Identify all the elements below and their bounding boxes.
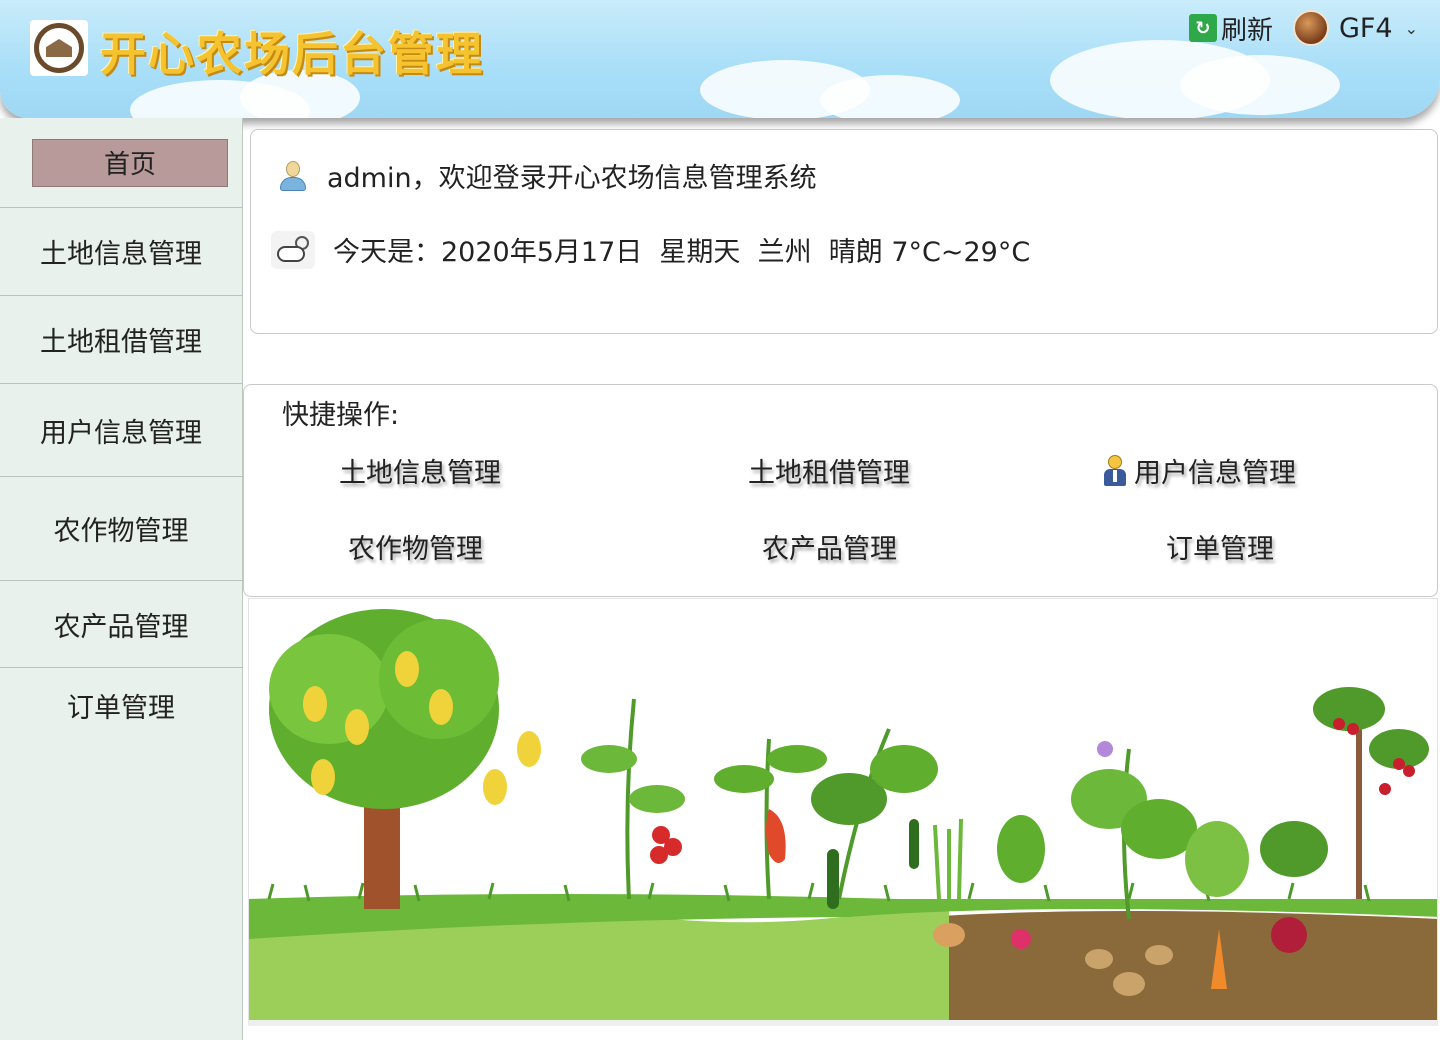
sidebar-item-land-info[interactable]: 土地信息管理	[0, 208, 242, 296]
user-icon	[277, 160, 309, 192]
greeting-row: admin，欢迎登录开心农场信息管理系统	[277, 156, 817, 195]
sidebar-item-land-lease[interactable]: 土地租借管理	[0, 296, 242, 384]
weather-icon	[271, 230, 315, 269]
quick-link-crops[interactable]: 农作物管理	[348, 527, 483, 566]
header-toolbar: ↻ 刷新 GF4 ⌄	[1188, 10, 1418, 47]
welcome-panel: admin，欢迎登录开心农场信息管理系统 今天是：2020年5月17日 星期天 …	[250, 129, 1438, 334]
refresh-button[interactable]: ↻ 刷新	[1188, 10, 1273, 47]
sidebar: 首页 土地信息管理 土地租借管理 用户信息管理 农作物管理 农产品管理 订单管理	[0, 118, 243, 1040]
sidebar-home-row: 首页	[0, 118, 242, 208]
manager-icon	[1102, 454, 1128, 487]
quick-link-products[interactable]: 农产品管理	[762, 527, 897, 566]
quick-link-land-lease[interactable]: 土地租借管理	[748, 451, 910, 490]
sidebar-item-orders[interactable]: 订单管理	[0, 668, 242, 740]
sidebar-item-user-info[interactable]: 用户信息管理	[0, 384, 242, 477]
quick-link-label: 土地信息管理	[339, 458, 501, 489]
farm-banner-image	[248, 598, 1438, 1026]
quick-link-label: 土地租借管理	[748, 458, 910, 489]
quick-link-user-info[interactable]: 用户信息管理	[1102, 451, 1296, 490]
quick-link-label: 订单管理	[1166, 534, 1274, 565]
refresh-icon: ↻	[1188, 14, 1217, 42]
cloud-decoration	[1180, 55, 1340, 115]
site-title: 开心农场后台管理	[100, 27, 484, 81]
sidebar-item-products[interactable]: 农产品管理	[0, 581, 242, 668]
quick-link-label: 农作物管理	[348, 534, 483, 565]
quick-link-label: 农产品管理	[762, 534, 897, 565]
farm-logo-icon	[30, 20, 88, 76]
quick-link-label: 用户信息管理	[1134, 458, 1296, 489]
avatar[interactable]	[1292, 10, 1329, 46]
user-menu-name[interactable]: GF4	[1339, 13, 1393, 44]
cloud-decoration	[820, 75, 960, 118]
top-header: 开心农场后台管理 ↻ 刷新 GF4 ⌄	[0, 0, 1440, 118]
chevron-down-icon[interactable]: ⌄	[1405, 19, 1418, 38]
weather-row: 今天是：2020年5月17日 星期天 兰州 晴朗 7°C~29°C	[271, 230, 1030, 269]
greeting-text: admin，欢迎登录开心农场信息管理系统	[327, 163, 817, 194]
quick-actions-title: 快捷操作:	[282, 400, 400, 431]
quick-link-orders[interactable]: 订单管理	[1166, 527, 1274, 566]
weather-text: 今天是：2020年5月17日 星期天 兰州 晴朗 7°C~29°C	[333, 237, 1031, 268]
quick-link-land-info[interactable]: 土地信息管理	[339, 451, 501, 490]
sidebar-item-crops[interactable]: 农作物管理	[0, 477, 242, 581]
sidebar-item-home[interactable]: 首页	[32, 138, 228, 187]
quick-actions-panel: 快捷操作: 土地信息管理 土地租借管理 用户信息管理 农作物管理 农产品管理 订…	[243, 384, 1438, 597]
refresh-label: 刷新	[1220, 15, 1273, 46]
